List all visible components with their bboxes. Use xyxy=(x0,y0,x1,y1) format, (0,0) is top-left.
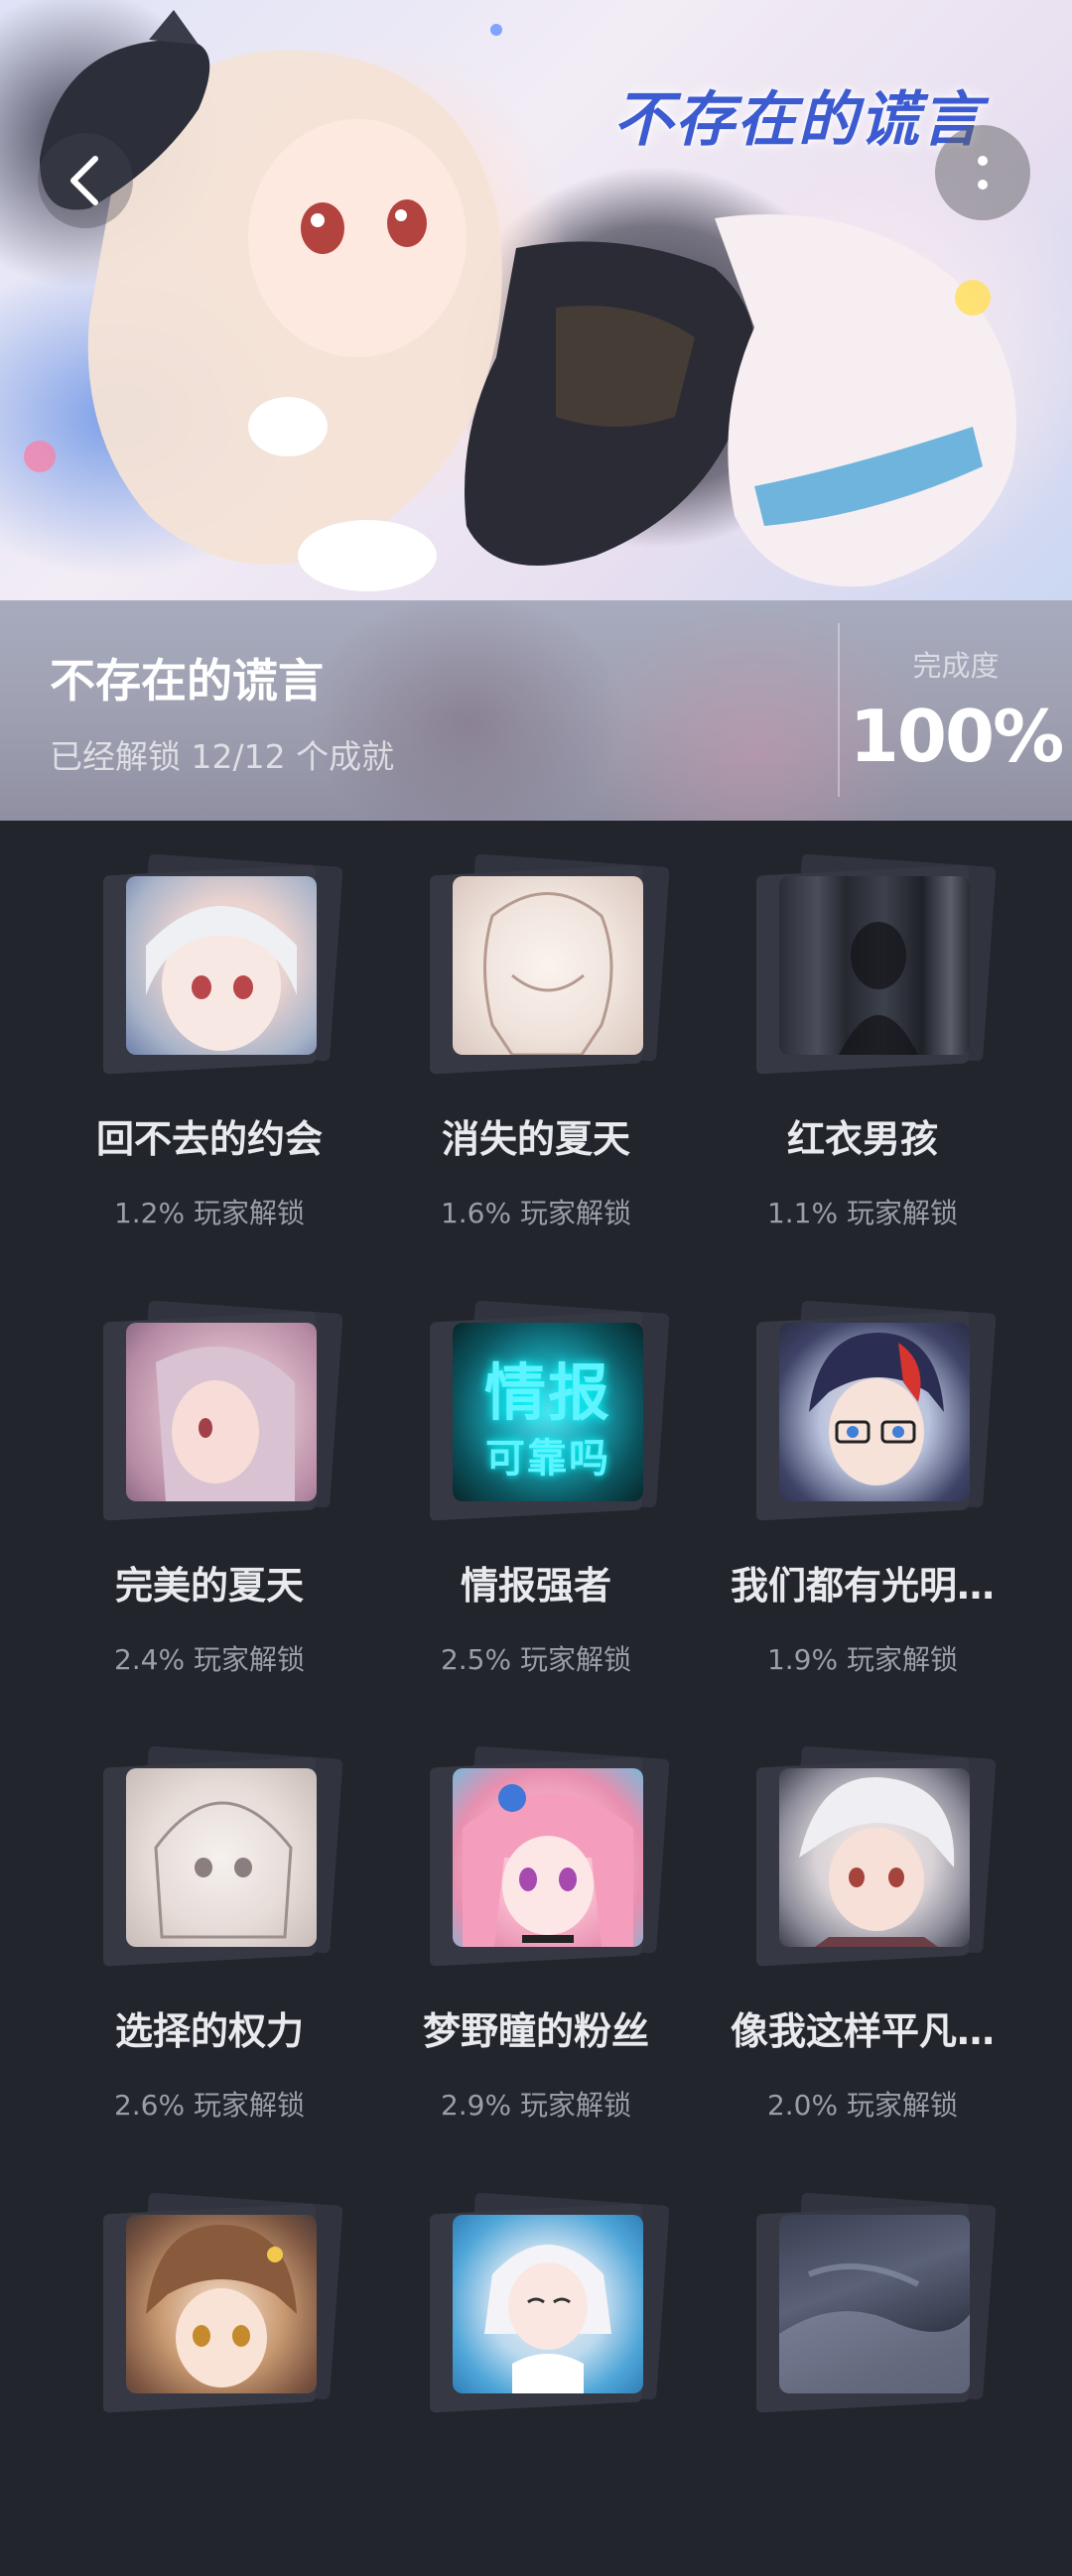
character-portrait xyxy=(463,1784,633,1947)
completion-label: 完成度 xyxy=(912,649,1000,683)
back-button[interactable] xyxy=(38,133,133,228)
achievement-name: 完美的夏天 xyxy=(114,1564,304,1608)
achievement-thumbnail xyxy=(126,1768,317,1947)
achievement-card[interactable]: 梦野瞳的粉丝 2.9% 玩家解锁 xyxy=(373,1713,699,2129)
achievement-thumbnail xyxy=(779,1768,970,1947)
completion-value: 100% xyxy=(849,695,1064,778)
achievement-rate: 1.1% 玩家解锁 xyxy=(766,1197,959,1229)
achievement-name: 情报强者 xyxy=(460,1564,611,1608)
achievement-card[interactable]: 红衣男孩 1.1% 玩家解锁 xyxy=(700,821,1025,1237)
achievement-card[interactable] xyxy=(373,2159,699,2576)
achievement-card[interactable] xyxy=(700,2159,1025,2576)
sketch-portrait xyxy=(483,892,613,1055)
achievement-name: 回不去的约会 xyxy=(95,1117,323,1161)
achievement-rate: 1.9% 玩家解锁 xyxy=(766,1643,959,1676)
sketch-portrait xyxy=(154,1801,293,1939)
unlock-summary: 已经解锁 12/12 个成就 xyxy=(50,737,395,776)
achievement-rate: 2.5% 玩家解锁 xyxy=(440,1643,632,1676)
achievement-card[interactable]: 选择的权力 2.6% 玩家解锁 xyxy=(47,1713,372,2129)
achievement-card[interactable] xyxy=(47,2159,372,2576)
character-portrait xyxy=(146,906,297,1051)
achievement-thumbnail xyxy=(126,1323,317,1501)
achievement-thumbnail xyxy=(453,876,643,1055)
achievement-thumbnail xyxy=(453,2215,643,2393)
hero-banner: 不存在的谎言 xyxy=(0,0,1072,600)
chevron-left-icon xyxy=(70,156,98,205)
achievement-thumbnail xyxy=(779,1323,970,1501)
achievement-thumbnail xyxy=(779,2215,970,2393)
achievement-name: 像我这样平凡… xyxy=(730,2009,995,2053)
dark-figure-image xyxy=(839,922,918,1055)
more-vertical-icon xyxy=(978,156,988,190)
achievement-name: 我们都有光明… xyxy=(730,1564,995,1608)
dark-scene-image xyxy=(779,2263,970,2393)
achievement-name: 红衣男孩 xyxy=(786,1117,938,1161)
character-portrait xyxy=(156,1347,295,1501)
achievement-name: 梦野瞳的粉丝 xyxy=(422,2009,649,2053)
achievement-card[interactable]: 回不去的约会 1.2% 玩家解锁 xyxy=(47,821,372,1237)
achievement-card[interactable]: 情报 可靠吗 情报强者 2.5% 玩家解锁 xyxy=(373,1267,699,1684)
achievement-name: 选择的权力 xyxy=(114,2009,304,2053)
more-options-button[interactable] xyxy=(935,125,1030,220)
character-portrait xyxy=(809,1333,944,1485)
character-portrait xyxy=(484,2245,611,2393)
achievement-thumbnail xyxy=(779,876,970,1055)
achievement-rate: 2.0% 玩家解锁 xyxy=(766,2089,959,2122)
achievement-card[interactable]: 像我这样平凡… 2.0% 玩家解锁 xyxy=(700,1713,1025,2129)
achievement-rate: 1.6% 玩家解锁 xyxy=(440,1197,632,1229)
achievement-rate: 2.9% 玩家解锁 xyxy=(440,2089,632,2122)
achievement-thumbnail xyxy=(126,876,317,1055)
thumbnail-caption: 可靠吗 xyxy=(485,1436,610,1481)
achievement-rate: 2.6% 玩家解锁 xyxy=(113,2089,306,2122)
achievement-card[interactable]: 完美的夏天 2.4% 玩家解锁 xyxy=(47,1267,372,1684)
character-portrait xyxy=(146,2225,297,2387)
game-title: 不存在的谎言 xyxy=(50,654,324,708)
achievement-thumbnail xyxy=(453,1768,643,1947)
achievement-thumbnail: 情报 可靠吗 xyxy=(453,1323,643,1501)
achievement-thumbnail xyxy=(126,2215,317,2393)
thumbnail-caption: 情报 xyxy=(483,1356,611,1429)
character-portrait xyxy=(799,1777,955,1947)
achievement-name: 消失的夏天 xyxy=(441,1117,630,1161)
achievement-rate: 1.2% 玩家解锁 xyxy=(113,1197,306,1229)
hero-title-logo: 不存在的谎言 xyxy=(613,85,983,155)
achievement-card[interactable]: 我们都有光明… 1.9% 玩家解锁 xyxy=(700,1267,1025,1684)
achievement-rate: 2.4% 玩家解锁 xyxy=(113,1643,306,1676)
achievement-card[interactable]: 消失的夏天 1.6% 玩家解锁 xyxy=(373,821,699,1237)
